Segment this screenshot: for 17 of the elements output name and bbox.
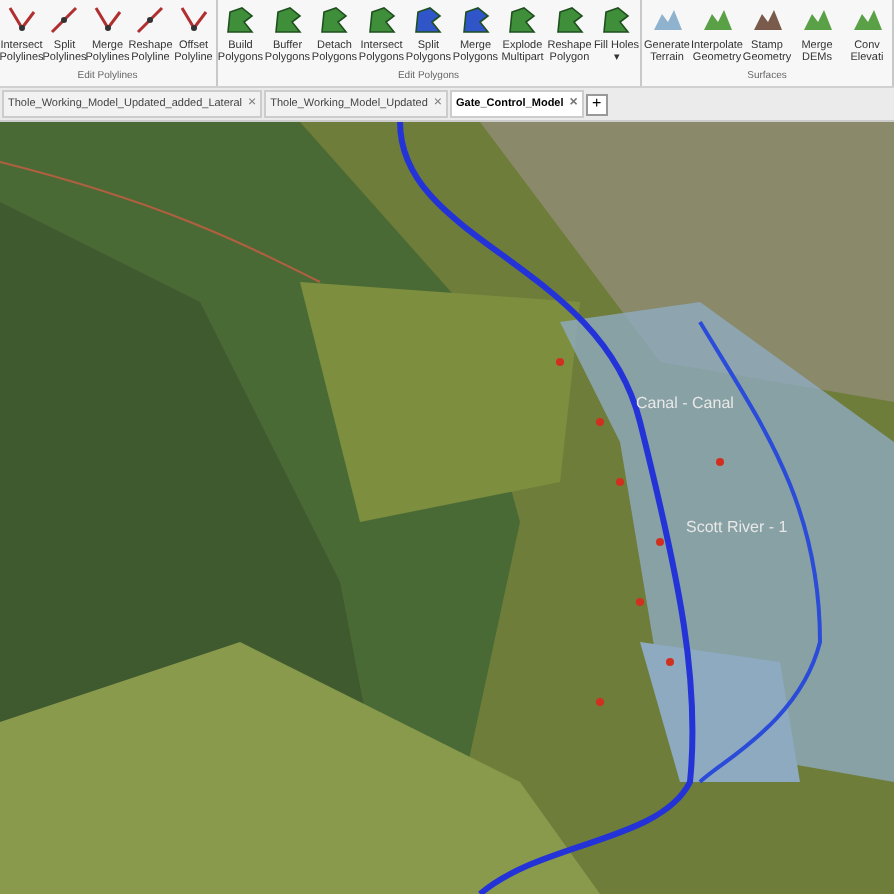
map-label: Canal - Canal	[636, 392, 734, 416]
polygon-icon	[224, 4, 257, 36]
polyline-icon	[5, 4, 38, 36]
polygon-icon	[412, 4, 445, 36]
new-tab-button[interactable]: +	[585, 93, 608, 115]
polygon-icon	[318, 4, 351, 36]
polyline-icon	[177, 4, 210, 36]
polygon-icon	[600, 4, 633, 36]
polyline-icon	[48, 4, 81, 36]
polyline-icon	[134, 4, 167, 36]
polygon-icon	[365, 4, 398, 36]
polygon-icon	[271, 4, 304, 36]
polyline-icon	[91, 4, 124, 36]
polygon-icon	[506, 4, 539, 36]
polygon-icon	[459, 4, 492, 36]
polygon-icon	[553, 4, 586, 36]
map-label: Scott River - 1	[686, 516, 788, 540]
